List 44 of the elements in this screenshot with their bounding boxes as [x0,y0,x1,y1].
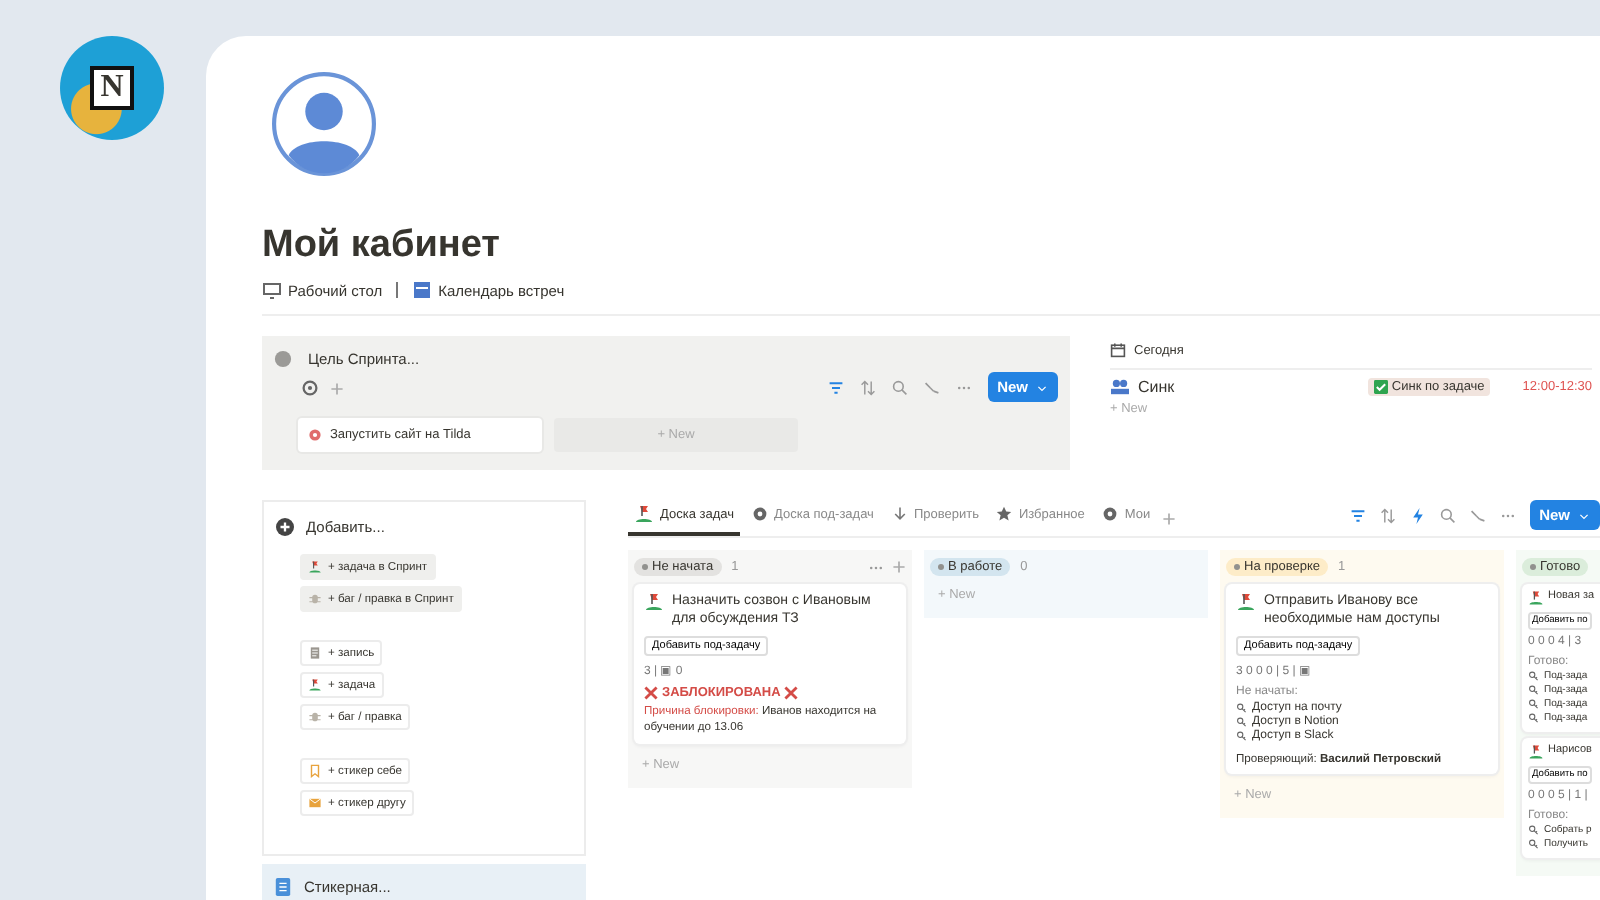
target-icon [302,380,318,396]
person-flag-icon [308,678,322,692]
avatar-icon [272,72,376,176]
person-flag-icon [1236,592,1256,612]
page-title: Мой кабинет [262,224,502,268]
person-flag-icon [634,504,654,524]
monitor-icon [262,280,282,300]
document-icon [308,646,322,660]
person-flag-icon [308,560,322,574]
calendar-icon [412,280,433,300]
caret-icon [1036,381,1048,393]
person-flag-icon [644,592,664,612]
person-flag-icon [1528,590,1544,606]
dot-icon [274,350,292,368]
search-icon [891,379,908,395]
sort-icon [859,379,876,395]
caret-icon [1578,509,1590,521]
sort-icon [1379,507,1396,523]
envelope-icon [308,796,322,810]
plus-icon [892,559,906,573]
down-arrow-icon [891,506,908,522]
person-flag-icon [1528,744,1544,760]
calendar-icon [1110,342,1126,358]
search-icon [1439,507,1456,523]
filter-icon [1349,507,1366,523]
bug-icon [308,592,322,606]
plus-icon [1162,511,1177,525]
circle-icon [752,506,768,522]
cross-icon [784,685,799,700]
filter-icon [827,379,844,395]
notebook-icon [274,877,292,895]
event-name[interactable]: Синк [1138,378,1360,396]
lightning-icon [1409,507,1426,523]
circle-icon [1102,506,1119,522]
target-icon [308,428,322,442]
logo-letter: N [90,66,134,110]
cross-icon [644,685,658,700]
people-icon [1110,378,1130,396]
plus-icon [330,381,344,395]
checkbox-icon [1373,380,1388,394]
bookmark-icon [308,764,322,778]
bug-icon [308,710,322,724]
add-circle-icon [276,518,294,536]
star-icon [996,506,1013,522]
